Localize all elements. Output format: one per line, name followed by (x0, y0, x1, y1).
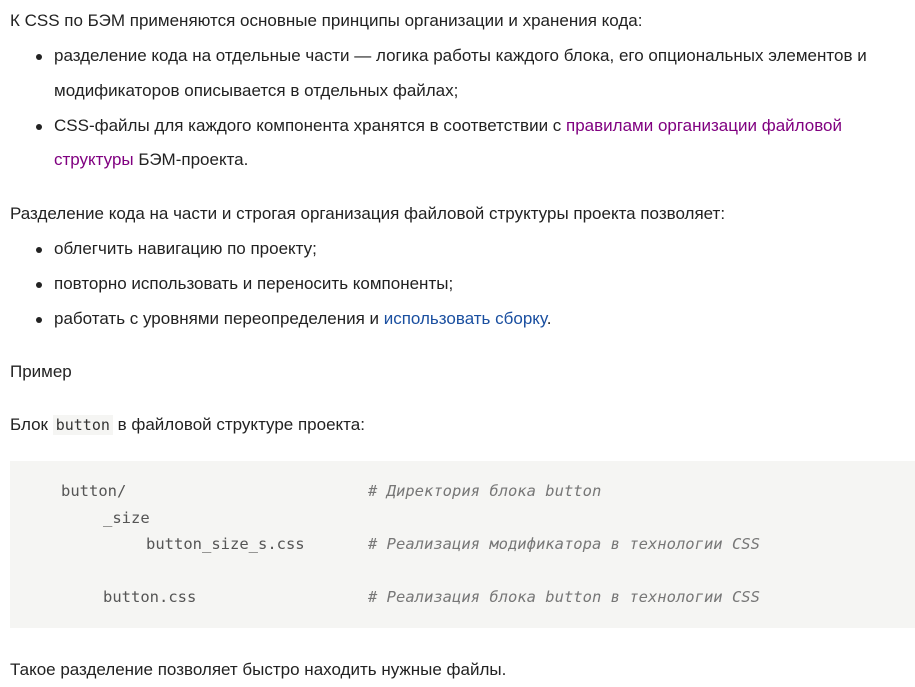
benefit-item-1: облегчить навигацию по проекту; (54, 239, 317, 258)
benefit-item-3: работать с уровнями переопределения и ис… (54, 309, 551, 329)
bullet-marker (36, 317, 42, 323)
principle-item-1-line-1: разделение кода на отдельные части — лог… (54, 46, 867, 65)
code-comment: # Реализация модификатора в технологии C… (368, 535, 760, 553)
code-path: button.css (103, 588, 197, 606)
benefit-item-3-suffix: . (546, 309, 552, 328)
conclusion-paragraph: Такое разделение позволяет быстро находи… (10, 660, 507, 679)
code-path: _size (103, 509, 150, 527)
block-caption-suffix: в файловой структуре проекта: (112, 415, 365, 434)
bullet-marker (36, 124, 42, 130)
intro-paragraph: К CSS по БЭМ применяются основные принци… (10, 11, 643, 30)
file-structure-rules-link[interactable]: правилами организации файловой (566, 116, 842, 135)
principle-item-2-suffix: БЭМ-проекта. (133, 150, 249, 169)
principle-item-2-line-2: структуры БЭМ-проекта. (54, 150, 248, 170)
file-structure-rules-link-continued[interactable]: структуры (54, 150, 134, 169)
code-comment: # Реализация блока button в технологии C… (368, 588, 760, 606)
benefit-item-2: повторно использовать и переносить компо… (54, 274, 454, 293)
principle-item-1-line-2: модификаторов описывается в отдельных фа… (54, 81, 459, 100)
article-page: К CSS по БЭМ применяются основные принци… (0, 0, 915, 687)
use-build-link[interactable]: использовать сборку (384, 309, 547, 328)
code-block: button/ # Директория блока button _size … (10, 461, 915, 628)
principle-item-2-text: CSS-файлы для каждого компонента хранятс… (54, 116, 567, 135)
bullet-marker (36, 54, 42, 60)
block-caption-prefix: Блок (10, 415, 53, 434)
block-caption: Блок button в файловой структуре проекта… (10, 415, 365, 435)
bullet-marker (36, 282, 42, 288)
bullet-marker (36, 247, 42, 253)
benefits-intro-paragraph: Разделение кода на части и строгая орган… (10, 204, 726, 223)
code-path: button_size_s.css (146, 535, 305, 553)
benefit-item-3-text: работать с уровнями переопределения и (54, 309, 384, 328)
principle-item-2-line-1: CSS-файлы для каждого компонента хранятс… (54, 116, 842, 136)
example-heading: Пример (10, 362, 72, 381)
code-path: button/ (61, 482, 127, 500)
code-comment: # Директория блока button (368, 482, 602, 500)
inline-code: button (52, 415, 113, 435)
